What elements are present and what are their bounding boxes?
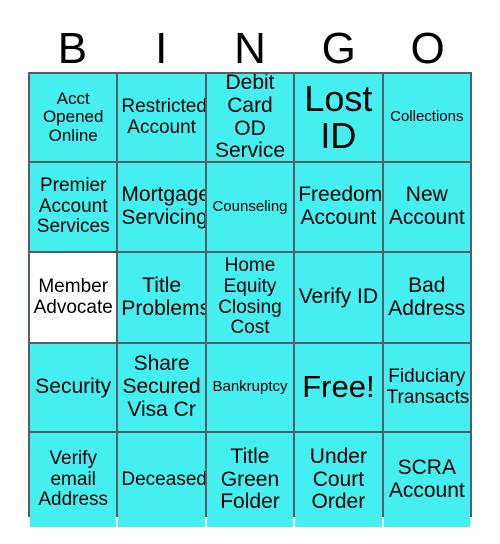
bingo-cell-label: Premier Account Services <box>36 175 110 238</box>
bingo-cell-label: Restricted Account <box>121 95 205 138</box>
bingo-cell-label: Lost ID <box>304 77 373 156</box>
bingo-cell-label: SCRA Account <box>388 456 465 502</box>
bingo-cell-label: New Account <box>388 183 465 229</box>
bingo-cell[interactable]: Acct Opened Online <box>30 74 117 161</box>
bingo-cell-label: Share Secured Visa Cr <box>122 352 201 421</box>
bingo-cell[interactable]: Mortgage Servicing <box>118 163 205 251</box>
bingo-header-letter-o: O <box>410 24 445 73</box>
bingo-cell[interactable]: Title Green Folder <box>206 433 294 527</box>
bingo-header-row: B I N G O <box>28 14 472 72</box>
bingo-cell[interactable]: Fiduciary Transacts <box>383 344 470 431</box>
bingo-cell-label: Acct Opened Online <box>42 88 104 145</box>
bingo-cell-label: Under Court Order <box>309 444 367 514</box>
bingo-cell[interactable]: Bad Address <box>383 253 470 342</box>
bingo-cell[interactable]: Share Secured Visa Cr <box>118 344 205 431</box>
bingo-cell[interactable]: Collections <box>383 74 470 161</box>
bingo-cell[interactable]: Title Problems <box>118 253 205 342</box>
bingo-cell[interactable]: Under Court Order <box>295 433 382 527</box>
bingo-cell-label: Title Problems <box>121 273 205 320</box>
bingo-cell-label: Bad Address <box>388 273 466 320</box>
bingo-cell-label: Member Advocate <box>33 275 113 318</box>
bingo-cell-label: Free! <box>302 369 375 405</box>
bingo-header-letter-g: G <box>321 24 356 73</box>
bingo-cell-label: Counseling <box>212 197 288 215</box>
bingo-cell[interactable]: Verify email Address <box>30 433 117 527</box>
bingo-cell[interactable]: Lost ID <box>295 74 382 161</box>
bingo-cell-label: Verify ID <box>298 285 379 309</box>
bingo-cell-label: Verify email Address <box>38 448 109 511</box>
bingo-header-letter-n: N <box>234 24 266 73</box>
bingo-cell[interactable]: Deceased <box>118 433 205 527</box>
bingo-cell[interactable]: New Account <box>383 163 470 251</box>
bingo-cell-label: Deceased <box>121 468 205 490</box>
bingo-cell[interactable]: Home Equity Closing Cost <box>206 253 294 342</box>
bingo-cell-label: Title Green Folder <box>220 444 280 514</box>
bingo-card: B I N G O Acct Opened Online Restricted … <box>0 0 500 544</box>
bingo-header-letter-b: B <box>57 24 88 73</box>
bingo-cell[interactable]: Security <box>30 344 117 431</box>
bingo-cell[interactable]: SCRA Account <box>383 433 470 527</box>
bingo-cell-label: Bankruptcy <box>212 378 288 396</box>
bingo-cell[interactable]: Premier Account Services <box>30 163 117 251</box>
bingo-cell[interactable]: Counseling <box>206 163 294 251</box>
bingo-cell[interactable]: Freedom Account <box>295 163 382 251</box>
bingo-cell[interactable]: Restricted Account <box>118 74 205 161</box>
bingo-cell[interactable]: Verify ID <box>295 253 382 342</box>
bingo-cell-label: Fiduciary Transacts <box>386 365 470 408</box>
bingo-cell-free[interactable]: Free! <box>295 344 382 431</box>
bingo-cell-label: Collections <box>390 108 464 126</box>
bingo-cell[interactable]: Debit Card OD Service <box>206 74 294 161</box>
bingo-cell-label: Freedom Account <box>298 183 382 229</box>
bingo-cell-label: Security <box>35 375 112 399</box>
bingo-grid: Acct Opened Online Restricted Account De… <box>28 72 472 527</box>
bingo-cell-label: Home Equity Closing Cost <box>218 255 282 339</box>
bingo-cell-label: Debit Card OD Service <box>214 74 285 161</box>
bingo-cell[interactable]: Member Advocate <box>30 253 117 342</box>
bingo-cell[interactable]: Bankruptcy <box>206 344 294 431</box>
bingo-header-letter-i: I <box>155 24 168 73</box>
bingo-cell-label: Mortgage Servicing <box>121 183 205 229</box>
